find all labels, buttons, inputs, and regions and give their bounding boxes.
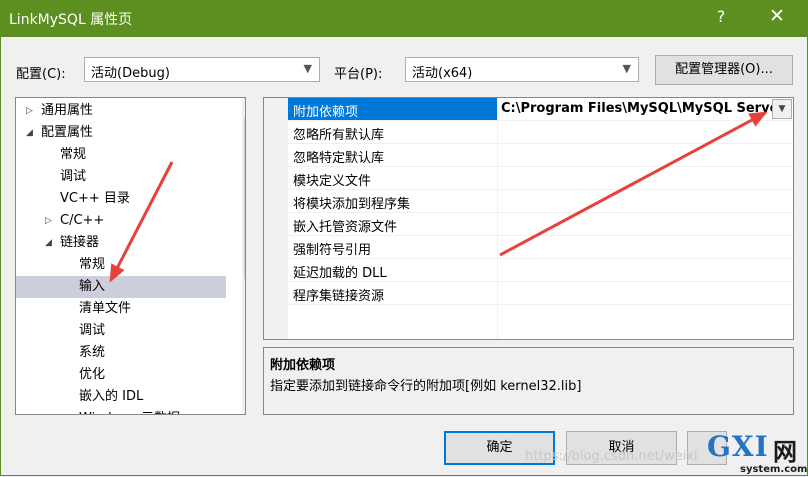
- collapse-icon[interactable]: ◢: [26, 122, 33, 144]
- property-row[interactable]: 强制符号引用: [288, 236, 793, 259]
- tree-item-label: 系统: [79, 345, 106, 360]
- logo-main: GXI: [707, 430, 769, 463]
- tree-item[interactable]: 常规: [16, 254, 226, 276]
- tree-item[interactable]: 调试: [16, 166, 226, 188]
- tree-item[interactable]: 调试: [16, 320, 226, 342]
- tree-item-label: Windows 元数据: [79, 408, 180, 414]
- scroll-down-icon[interactable]: ∨: [245, 396, 246, 407]
- tree-item-label: 输入: [79, 279, 106, 294]
- property-name: 模块定义文件: [293, 174, 372, 189]
- tree-item[interactable]: 系统: [16, 342, 226, 364]
- tree-item[interactable]: 嵌入的 IDL: [16, 386, 226, 408]
- site-logo: GXI 网 system.com: [707, 430, 808, 477]
- tree-item-label: 嵌入的 IDL: [79, 389, 144, 404]
- tree-item-label: 调试: [79, 323, 106, 338]
- tree-item-label: VC++ 目录: [60, 191, 130, 206]
- tree-item-label: 配置属性: [41, 125, 94, 140]
- property-value[interactable]: C:\Program Files\MySQL\MySQL Server 8.0\…: [501, 101, 784, 116]
- tree-item[interactable]: ◢ 链接器: [16, 232, 226, 254]
- config-manager-button[interactable]: 配置管理器(O)...: [655, 55, 793, 85]
- property-row[interactable]: 忽略所有默认库: [288, 121, 793, 144]
- tree-item[interactable]: VC++ 目录: [16, 188, 226, 210]
- watermark: https://blog.csdn.net/weixi: [525, 449, 698, 464]
- property-name: 嵌入托管资源文件: [293, 220, 398, 235]
- platform-label: 平台(P):: [334, 67, 383, 82]
- column-divider[interactable]: [497, 98, 498, 339]
- property-name: 忽略特定默认库: [293, 151, 385, 166]
- tree-scrollbar[interactable]: ∧ ∨: [242, 98, 246, 414]
- help-button[interactable]: ?: [711, 7, 731, 26]
- property-name: 延迟加载的 DLL: [293, 266, 387, 281]
- tree-item-label: 通用属性: [41, 103, 94, 118]
- property-tree: ▷ 通用属性 ◢ 配置属性 常规 调试 VC++ 目录 ▷ C/C++ ◢ 链接器 常规 输入 清单文件调…: [15, 97, 246, 415]
- property-name: 强制符号引用: [293, 243, 372, 258]
- tree-item[interactable]: 清单文件: [16, 298, 226, 320]
- platform-value: 活动(x64): [412, 66, 473, 81]
- platform-select[interactable]: 活动(x64) ▼: [405, 57, 639, 82]
- tree-item[interactable]: ▷ 通用属性: [16, 100, 226, 122]
- tree-item[interactable]: 优化: [16, 364, 226, 386]
- chevron-down-icon: ▼: [303, 62, 312, 75]
- property-row[interactable]: 嵌入托管资源文件: [288, 213, 793, 236]
- tree-item[interactable]: 输入: [16, 276, 226, 298]
- close-button[interactable]: ✕: [763, 5, 791, 27]
- tree-item[interactable]: 常规: [16, 144, 226, 166]
- tree-item-label: 链接器: [60, 235, 100, 250]
- tree-item-label: 常规: [79, 257, 106, 272]
- property-name: 程序集链接资源: [293, 289, 385, 304]
- tree-item-label: C/C++: [60, 213, 105, 228]
- tree-item-label: 清单文件: [79, 301, 132, 316]
- expand-icon[interactable]: ▷: [26, 100, 33, 122]
- property-row[interactable]: 程序集链接资源: [288, 282, 793, 305]
- description-panel: 附加依赖项 指定要添加到链接命令行的附加项[例如 kernel32.lib]: [263, 347, 794, 415]
- description-title: 附加依赖项: [270, 358, 336, 373]
- config-label: 配置(C):: [16, 67, 66, 82]
- config-value: 活动(Debug): [91, 66, 170, 81]
- dropdown-arrow-icon[interactable]: ▼: [772, 99, 792, 119]
- window-title: LinkMySQL 属性页: [9, 12, 133, 28]
- scroll-up-icon[interactable]: ∧: [245, 100, 246, 111]
- property-row[interactable]: 模块定义文件: [288, 167, 793, 190]
- title-bar: LinkMySQL 属性页 ? ✕: [0, 0, 808, 37]
- logo-sub: system.com: [740, 464, 808, 475]
- tree-item-label: 调试: [60, 169, 87, 184]
- expand-icon[interactable]: ▷: [45, 210, 52, 232]
- collapse-icon[interactable]: ◢: [45, 232, 52, 254]
- property-name: 忽略所有默认库: [293, 128, 385, 143]
- property-name: 附加依赖项: [293, 105, 359, 120]
- property-row[interactable]: 将模块添加到程序集: [288, 190, 793, 213]
- description-text: 指定要添加到链接命令行的附加项[例如 kernel32.lib]: [270, 379, 582, 394]
- grid-gutter: [264, 98, 288, 339]
- property-row[interactable]: 忽略特定默认库: [288, 144, 793, 167]
- tree-item[interactable]: Windows 元数据: [16, 408, 226, 414]
- tree-item[interactable]: ◢ 配置属性: [16, 122, 226, 144]
- property-grid: 附加依赖项 C:\Program Files\MySQL\MySQL Server…: [263, 97, 794, 340]
- tree-item-label: 优化: [79, 367, 106, 382]
- property-row[interactable]: 附加依赖项 C:\Program Files\MySQL\MySQL Server…: [288, 98, 793, 121]
- chevron-down-icon: ▼: [622, 62, 631, 75]
- property-name: 将模块添加到程序集: [293, 197, 411, 212]
- tree-item-label: 常规: [60, 147, 87, 162]
- property-row[interactable]: 延迟加载的 DLL: [288, 259, 793, 282]
- scroll-thumb[interactable]: [244, 117, 245, 279]
- logo-net: 网: [773, 438, 797, 466]
- tree-item[interactable]: ▷ C/C++: [16, 210, 226, 232]
- config-select[interactable]: 活动(Debug) ▼: [84, 57, 320, 82]
